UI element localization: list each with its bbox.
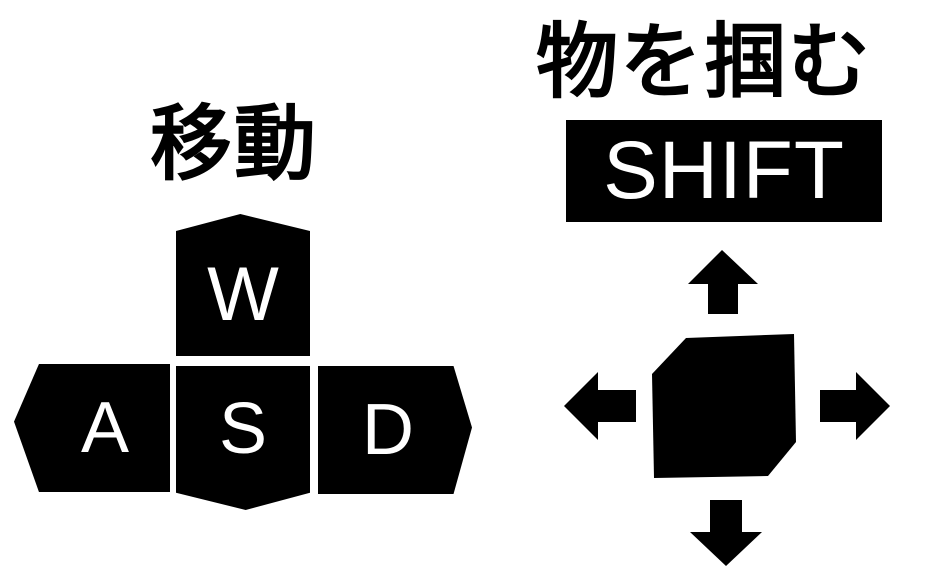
cube-icon [652, 334, 796, 478]
w-key-label: W [207, 252, 279, 337]
d-key-label: D [362, 390, 414, 470]
s-key: S [176, 366, 310, 510]
shift-key-label: SHIFT [603, 125, 845, 216]
w-key: W [176, 214, 310, 356]
arrow-left-icon [564, 372, 636, 440]
arrow-right-icon [820, 372, 890, 440]
drag-directions-graphic [564, 250, 890, 566]
move-title: 移動 [150, 97, 319, 192]
grab-title: 物を掴む [536, 15, 873, 110]
arrow-down-icon [690, 500, 762, 566]
shift-key: SHIFT [566, 120, 882, 222]
d-key: D [318, 366, 472, 494]
s-key-label: S [218, 389, 268, 469]
arrow-up-icon [688, 250, 758, 314]
a-key: A [14, 364, 170, 492]
a-key-label: A [80, 388, 130, 468]
